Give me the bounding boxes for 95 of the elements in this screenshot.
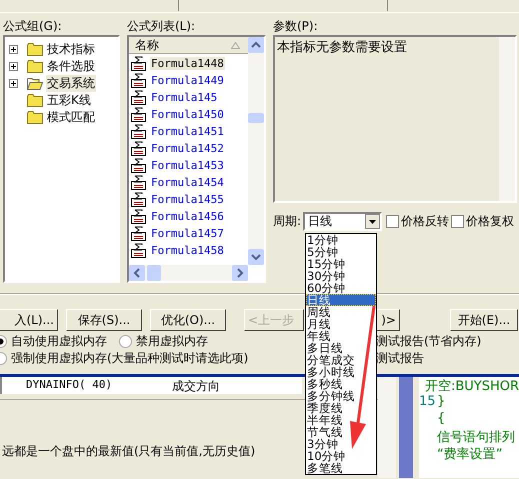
period-option[interactable]: 月线 xyxy=(306,318,331,330)
code-line: { xyxy=(437,411,446,428)
radio-button[interactable] xyxy=(119,335,132,348)
formula-name[interactable]: Formula1457 xyxy=(150,227,225,240)
period-option[interactable]: 15分钟 xyxy=(306,258,346,270)
variable-name: DYNAINFO( 40) xyxy=(26,378,112,393)
period-option[interactable]: 日线 xyxy=(306,294,376,306)
group-label: 公式组(G): xyxy=(3,18,63,35)
period-option[interactable]: 5分钟 xyxy=(306,246,338,258)
period-option[interactable]: 1分钟 xyxy=(306,234,338,246)
radio-label: 自动使用虚拟内存 xyxy=(11,333,107,350)
report-option[interactable]: 测试报告 xyxy=(376,350,424,367)
formula-icon xyxy=(131,107,146,122)
vertical-scrollbar[interactable] xyxy=(378,377,396,478)
note-text: 远都是一个盘中的最新值(只有当前值,无历史值) xyxy=(2,443,256,460)
checkbox-label: 价格复权 xyxy=(466,213,514,230)
period-option[interactable]: 半年线 xyxy=(306,414,343,426)
variable-description: 成交方向 xyxy=(172,378,220,394)
formula-icon xyxy=(131,209,146,224)
expand-icon[interactable] xyxy=(9,45,18,54)
formula-icon xyxy=(131,124,146,139)
column-header[interactable]: 名称 xyxy=(129,37,248,54)
period-option[interactable]: 3分钟 xyxy=(306,438,338,450)
formula-name[interactable]: Formula1449 xyxy=(150,74,225,87)
caret-icon xyxy=(365,214,380,229)
scroll-thumb[interactable] xyxy=(248,113,264,123)
formula-name[interactable]: Formula1453 xyxy=(150,159,225,172)
parameters-text: 本指标无参数需要设置 xyxy=(276,39,408,57)
period-option[interactable]: 年线 xyxy=(306,330,331,342)
formula-icon xyxy=(131,158,146,173)
period-option[interactable]: 多分钟线 xyxy=(306,390,355,402)
period-option[interactable]: 多秒线 xyxy=(306,378,343,390)
group-item[interactable]: 条件选股 xyxy=(46,58,96,75)
period-option[interactable]: 10分钟 xyxy=(306,450,346,462)
formula-name[interactable]: Formula1448 xyxy=(150,57,225,70)
formula-list-label: 公式列表(L): xyxy=(127,18,196,35)
expand-icon[interactable] xyxy=(9,62,18,71)
group-item[interactable]: 技术指标 xyxy=(46,41,96,58)
formula-icon xyxy=(131,90,146,105)
radio-label: 强制使用虚拟内存(大量品种测试时请选此项) xyxy=(11,350,248,367)
period-dropdown[interactable]: 日线 xyxy=(303,212,382,231)
formula-icon xyxy=(131,243,146,258)
formula-name[interactable]: Formula1454 xyxy=(150,176,225,189)
dialog-button[interactable]: 优化(O)... xyxy=(150,309,226,331)
formula-icon xyxy=(131,73,146,88)
line-number: 15 xyxy=(419,394,436,409)
code-line: } xyxy=(437,394,446,411)
period-option[interactable]: 节气线 xyxy=(306,426,343,438)
formula-name[interactable]: Formula1451 xyxy=(150,125,225,138)
checkbox[interactable] xyxy=(386,215,400,228)
group-item[interactable]: 交易系统 xyxy=(46,75,96,92)
scroll-up-icon[interactable] xyxy=(248,37,264,53)
formula-name[interactable]: Formula1450 xyxy=(150,108,225,121)
code-line: 开空:BUYSHOR xyxy=(424,378,519,394)
scroll-right-icon[interactable] xyxy=(232,265,248,281)
parameters-label: 参数(P): xyxy=(273,18,319,35)
scroll-down-icon[interactable] xyxy=(248,249,264,265)
sort-icon xyxy=(231,42,240,48)
vertical-scrollbar[interactable] xyxy=(248,37,264,265)
formula-icon xyxy=(131,141,146,156)
group-item[interactable]: 模式匹配 xyxy=(46,109,96,126)
dialog-button[interactable]: 入(L)... xyxy=(0,309,58,331)
formula-name[interactable]: Formula145 xyxy=(150,91,218,104)
horizontal-scrollbar[interactable] xyxy=(129,265,248,281)
period-option[interactable]: 多笔线 xyxy=(306,462,343,474)
period-option[interactable]: 周线 xyxy=(306,306,331,318)
dialog-button[interactable]: 开始(E)... xyxy=(450,309,518,331)
scroll-left-icon[interactable] xyxy=(129,265,145,281)
code-line: “费率设置” xyxy=(437,446,502,462)
checkbox[interactable] xyxy=(451,215,464,228)
formula-name[interactable]: Formula1458 xyxy=(150,244,225,257)
scroll-thumb[interactable] xyxy=(147,265,161,281)
period-option[interactable]: 多小时线 xyxy=(306,366,355,378)
radio-label: 禁用虚拟内存 xyxy=(136,333,208,350)
period-option[interactable]: 季度线 xyxy=(306,402,343,414)
vertical-scrollbar[interactable] xyxy=(499,37,515,201)
dialog-button[interactable]: 保存(S)... xyxy=(66,309,142,331)
formula-name[interactable]: Formula1456 xyxy=(150,210,225,223)
group-item[interactable]: 五彩K线 xyxy=(46,92,92,109)
period-option[interactable]: 多日线 xyxy=(306,342,343,354)
formula-name[interactable]: Formula1455 xyxy=(150,193,225,206)
checkbox-label: 价格反转 xyxy=(401,213,450,230)
formula-icon xyxy=(131,226,146,241)
period-option[interactable]: 30分钟 xyxy=(306,270,346,282)
formula-name[interactable]: Formula1452 xyxy=(150,142,225,155)
formula-icon xyxy=(131,175,146,190)
period-option[interactable]: 60分钟 xyxy=(306,282,346,294)
report-option[interactable]: 测试报告(节省内存) xyxy=(376,333,482,350)
code-line: 信号语句排列 xyxy=(437,429,515,445)
formula-icon xyxy=(131,192,146,207)
period-label: 周期: xyxy=(273,213,302,230)
formula-icon xyxy=(131,56,146,71)
expand-icon[interactable] xyxy=(9,79,18,88)
dialog-button[interactable]: )> xyxy=(376,309,400,331)
period-option[interactable]: 分笔成交 xyxy=(306,354,355,366)
